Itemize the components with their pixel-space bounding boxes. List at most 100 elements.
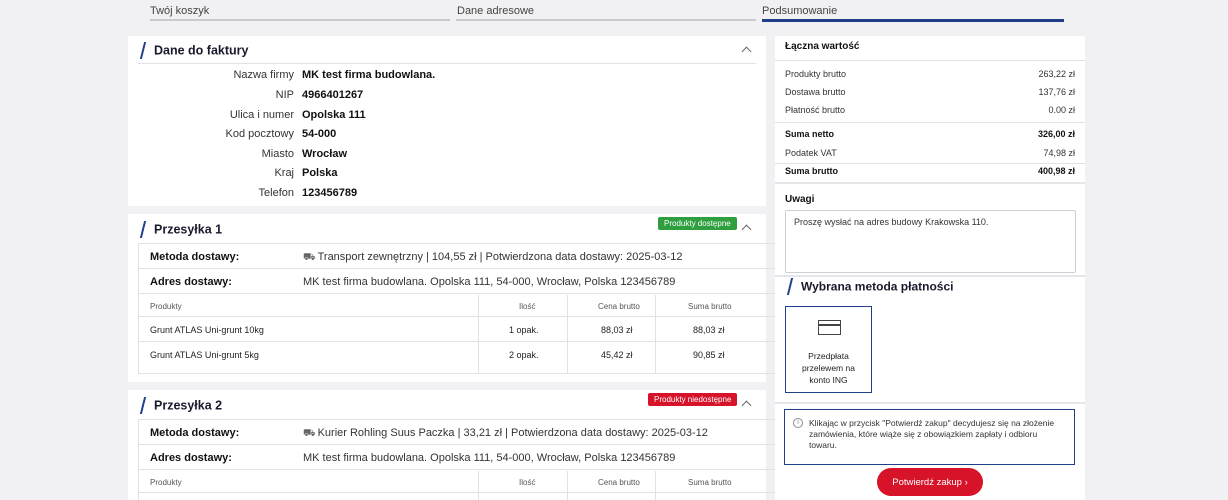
step-address[interactable]: Dane adresowe: [457, 5, 534, 17]
delivery-address-value: MK test firma budowlana. Opolska 111, 54…: [303, 276, 676, 288]
summary-row: Podatek VAT 74,98 zł: [785, 148, 1075, 163]
shipment-2-panel: Przesyłka 2 Produkty niedostępne Metoda …: [128, 390, 883, 500]
info-text: Klikając w przycisk "Potwierdź zakup" de…: [809, 418, 1055, 450]
product-qty: 1 opak.: [509, 325, 539, 335]
col-divider: [478, 295, 479, 373]
invoice-row: NIP 4966401267: [128, 89, 766, 105]
delivery-method-row: Metoda dostawy: ⛟ Transport zewnętrzny | …: [139, 244, 882, 269]
summary-label: Suma brutto: [785, 166, 838, 176]
divider: [775, 402, 1085, 404]
invoice-value: 123456789: [302, 187, 358, 199]
collapse-chevron-icon[interactable]: [741, 224, 752, 235]
col-divider: [567, 471, 568, 500]
invoice-label: Ulica i numer: [229, 109, 294, 121]
truck-icon: ⛟: [303, 428, 316, 439]
product-sum: 90,85 zł: [693, 350, 725, 360]
confirm-purchase-label: Potwierdź zakup: [892, 476, 962, 488]
invoice-value: Wrocław: [302, 148, 348, 160]
invoice-row: Ulica i numer Opolska 111: [128, 109, 766, 125]
delivery-method-value: ⛟ Kurier Rohling Suus Paczka | 33,21 zł |…: [303, 427, 708, 441]
table-row: Grunt ATLAS Uni-grunt 10kg 1 opak. 88,03…: [139, 317, 882, 342]
notes-textarea[interactable]: [785, 210, 1076, 273]
invoice-label: Nazwa firmy: [233, 69, 294, 81]
divider: [138, 63, 756, 64]
delivery-address-row: Adres dostawy: MK test firma budowlana. …: [139, 269, 882, 294]
divider: [775, 182, 1085, 184]
col-divider: [655, 295, 656, 373]
delivery-method-row: Metoda dostawy: ⛟ Kurier Rohling Suus Pac…: [139, 420, 882, 445]
shipment-2-details: Metoda dostawy: ⛟ Kurier Rohling Suus Pac…: [138, 419, 883, 500]
invoice-value: Polska: [302, 167, 338, 179]
summary-row: Dostawa brutto 137,76 zł: [785, 87, 1075, 102]
section-accent: [139, 397, 147, 414]
shipment-2-header: Przesyłka 2: [139, 397, 223, 414]
section-accent: [139, 42, 147, 59]
payment-title: Wybrana metoda płatności: [801, 279, 954, 294]
availability-badge: Produkty niedostępne: [648, 393, 738, 406]
col-qty: Ilość: [519, 478, 536, 487]
divider: [775, 60, 1085, 61]
invoice-header: Dane do faktury: [139, 42, 249, 59]
divider: [775, 122, 1085, 123]
truck-icon: ⛟: [303, 252, 316, 263]
invoice-panel: Dane do faktury Nazwa firmy MK test firma…: [128, 36, 766, 206]
delivery-method-label: Metoda dostawy:: [150, 251, 240, 263]
info-icon: i: [793, 418, 803, 428]
summary-value: 263,22 zł: [1038, 69, 1075, 79]
payment-option-card[interactable]: Przedpłata przelewem na konto ING: [785, 306, 872, 393]
divider: [775, 275, 1085, 277]
step-address-bar: [456, 19, 756, 21]
summary-label: Podatek VAT: [785, 148, 837, 158]
delivery-method-text: Kurier Rohling Suus Paczka | 33,21 zł | …: [317, 427, 708, 439]
checkout-steps: Twój koszyk Dane adresowe Podsumowanie: [150, 0, 1064, 24]
collapse-chevron-icon[interactable]: [741, 400, 752, 411]
payment-header: Wybrana metoda płatności: [786, 278, 954, 295]
products-table-header: Produkty Ilość Cena brutto Suma brutto: [139, 295, 882, 317]
invoice-row: Telefon 123456789: [128, 187, 766, 203]
section-accent: [786, 278, 794, 295]
delivery-address-label: Adres dostawy:: [150, 276, 232, 288]
confirm-purchase-button[interactable]: Potwierdź zakup ›: [877, 468, 983, 496]
col-divider: [478, 471, 479, 500]
col-divider: [655, 471, 656, 500]
payment-option-label: Przedpłata przelewem na konto ING: [802, 351, 855, 385]
shipment-1-panel: Przesyłka 1 Produkty dostępne Metoda dos…: [128, 214, 883, 382]
summary-panel: Łączna wartość Produkty brutto 263,22 zł …: [775, 36, 1085, 500]
shipment-2-title: Przesyłka 2: [154, 398, 223, 413]
shipment-1-header: Przesyłka 1: [139, 221, 223, 238]
collapse-chevron-icon[interactable]: [741, 46, 752, 57]
step-summary-bar: [762, 19, 1064, 22]
invoice-row: Miasto Wrocław: [128, 148, 766, 164]
product-price: 45,42 zł: [601, 350, 633, 360]
info-box: i Klikając w przycisk "Potwierdź zakup" …: [784, 409, 1075, 465]
invoice-value: MK test firma budowlana.: [302, 69, 436, 81]
divider: [775, 163, 1085, 164]
product-name: Grunt ATLAS Uni-grunt 10kg: [150, 325, 264, 335]
shipment-1-details: Metoda dostawy: ⛟ Transport zewnętrzny | …: [138, 243, 883, 374]
delivery-method-label: Metoda dostawy:: [150, 427, 240, 439]
invoice-label: Miasto: [261, 148, 294, 160]
col-sum: Suma brutto: [688, 302, 732, 311]
chevron-right-icon: ›: [964, 476, 968, 488]
step-cart[interactable]: Twój koszyk: [150, 5, 209, 17]
summary-label: Płatność brutto: [785, 105, 846, 115]
col-divider: [567, 295, 568, 373]
product-name: Grunt ATLAS Uni-grunt 5kg: [150, 350, 259, 360]
invoice-row: Nazwa firmy MK test firma budowlana.: [128, 69, 766, 85]
shipment-1-title: Przesyłka 1: [154, 222, 223, 237]
credit-card-icon: [818, 320, 841, 335]
summary-row: Płatność brutto 0.00 zł: [785, 105, 1075, 120]
summary-label: Dostawa brutto: [785, 87, 846, 97]
step-summary: Podsumowanie: [762, 5, 838, 17]
summary-value: 400,98 zł: [1037, 166, 1075, 176]
summary-value: 74,98 zł: [1043, 148, 1075, 158]
invoice-value: 54-000: [302, 128, 337, 140]
summary-label: Produkty brutto: [785, 69, 847, 79]
delivery-address-row: Adres dostawy: MK test firma budowlana. …: [139, 445, 882, 470]
availability-badge: Produkty dostępne: [658, 217, 737, 230]
invoice-value: Opolska 111: [302, 109, 366, 121]
col-price: Cena brutto: [598, 478, 640, 487]
notes-title: Uwagi: [785, 194, 815, 205]
invoice-title: Dane do faktury: [154, 43, 249, 58]
summary-row: Suma brutto 400,98 zł: [785, 166, 1075, 181]
